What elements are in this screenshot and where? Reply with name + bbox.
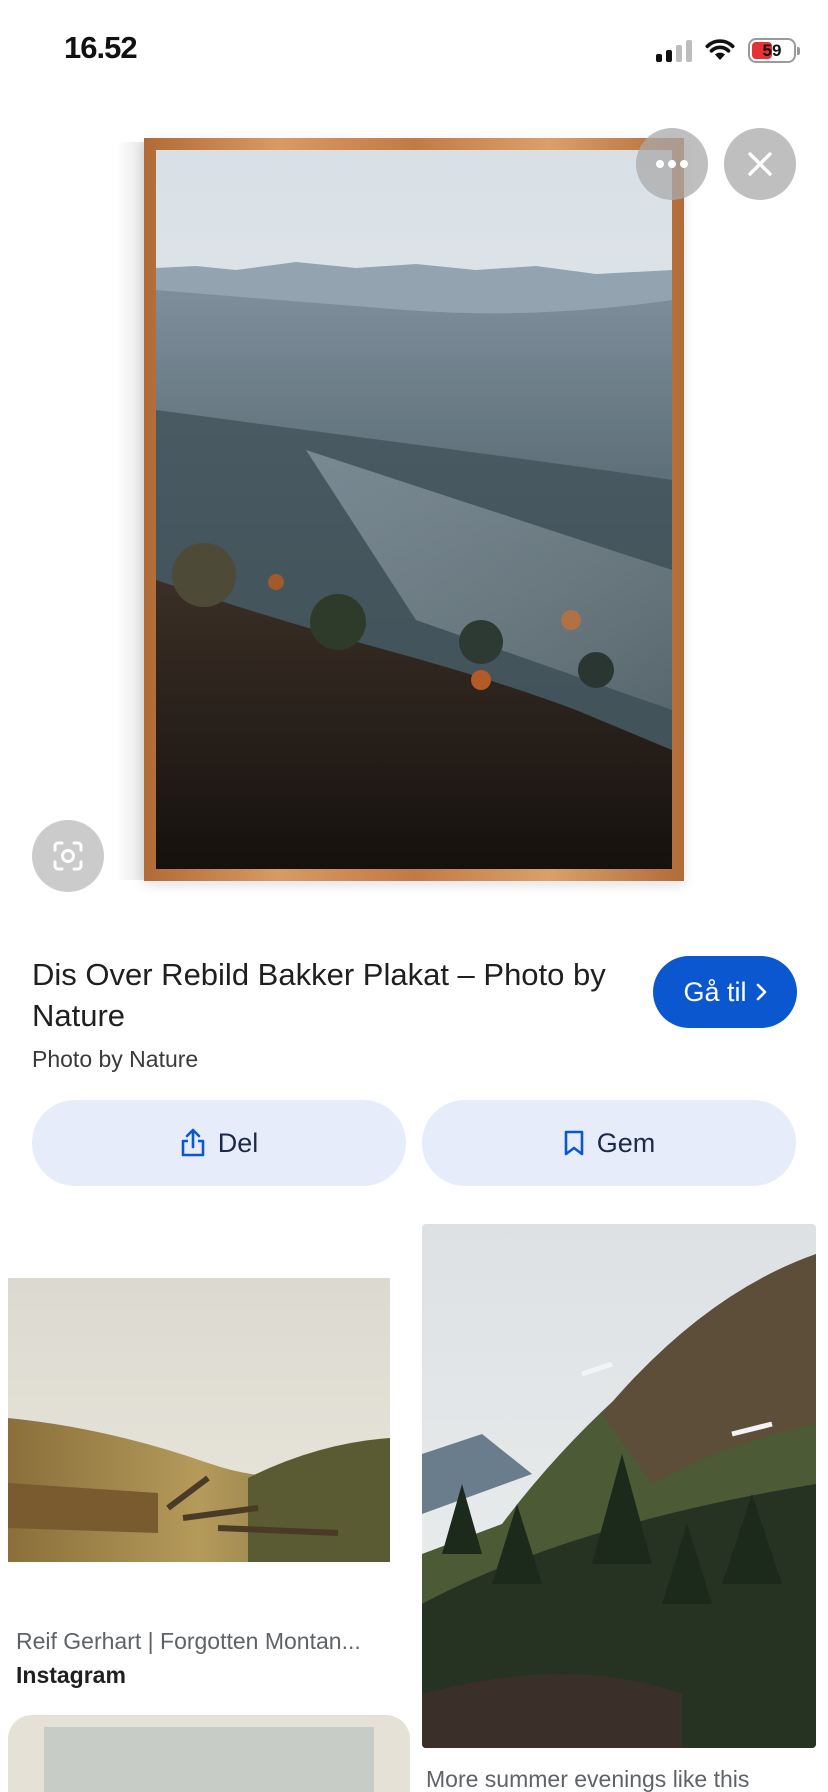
result-source: Photo by Nature xyxy=(32,1046,199,1072)
wifi-icon xyxy=(705,39,735,60)
status-bar: 16.52 59 xyxy=(0,0,828,100)
more-options-button[interactable] xyxy=(636,128,708,200)
go-to-button[interactable]: Gå til xyxy=(653,956,797,1028)
share-icon xyxy=(181,1128,205,1157)
hero-image[interactable] xyxy=(144,138,684,881)
cellular-signal-icon xyxy=(656,38,692,62)
battery-level: 59 xyxy=(762,40,782,60)
related-image[interactable] xyxy=(8,1715,410,1792)
save-button[interactable]: Gem xyxy=(422,1100,796,1186)
status-icons: 59 xyxy=(656,34,800,66)
forest-photo xyxy=(156,150,672,869)
lens-search-button[interactable] xyxy=(32,820,104,892)
more-horizontal-icon xyxy=(656,160,688,168)
bookmark-icon xyxy=(564,1130,584,1156)
related-image[interactable] xyxy=(8,1278,390,1562)
meadow-photo xyxy=(8,1278,390,1562)
related-title[interactable]: More summer evenings like this xyxy=(426,1766,749,1792)
go-to-label: Gå til xyxy=(683,976,747,1007)
related-source: Instagram xyxy=(16,1662,126,1688)
related-image[interactable] xyxy=(422,1224,816,1748)
close-icon xyxy=(748,152,772,176)
poster-photo xyxy=(8,1715,410,1792)
share-button[interactable]: Del xyxy=(32,1100,406,1186)
mountain-forest-photo xyxy=(422,1224,816,1748)
related-title[interactable]: Reif Gerhart | Forgotten Montan... xyxy=(16,1628,361,1655)
chevron-right-icon xyxy=(756,983,766,1001)
close-button[interactable] xyxy=(724,128,796,200)
battery-icon: 59 xyxy=(748,37,800,63)
status-time: 16.52 xyxy=(64,30,138,65)
save-label: Gem xyxy=(596,1127,656,1158)
result-title: Dis Over Rebild Bakker Plakat – Photo by… xyxy=(32,957,606,1033)
share-label: Del xyxy=(217,1127,259,1158)
lens-icon xyxy=(53,841,83,871)
